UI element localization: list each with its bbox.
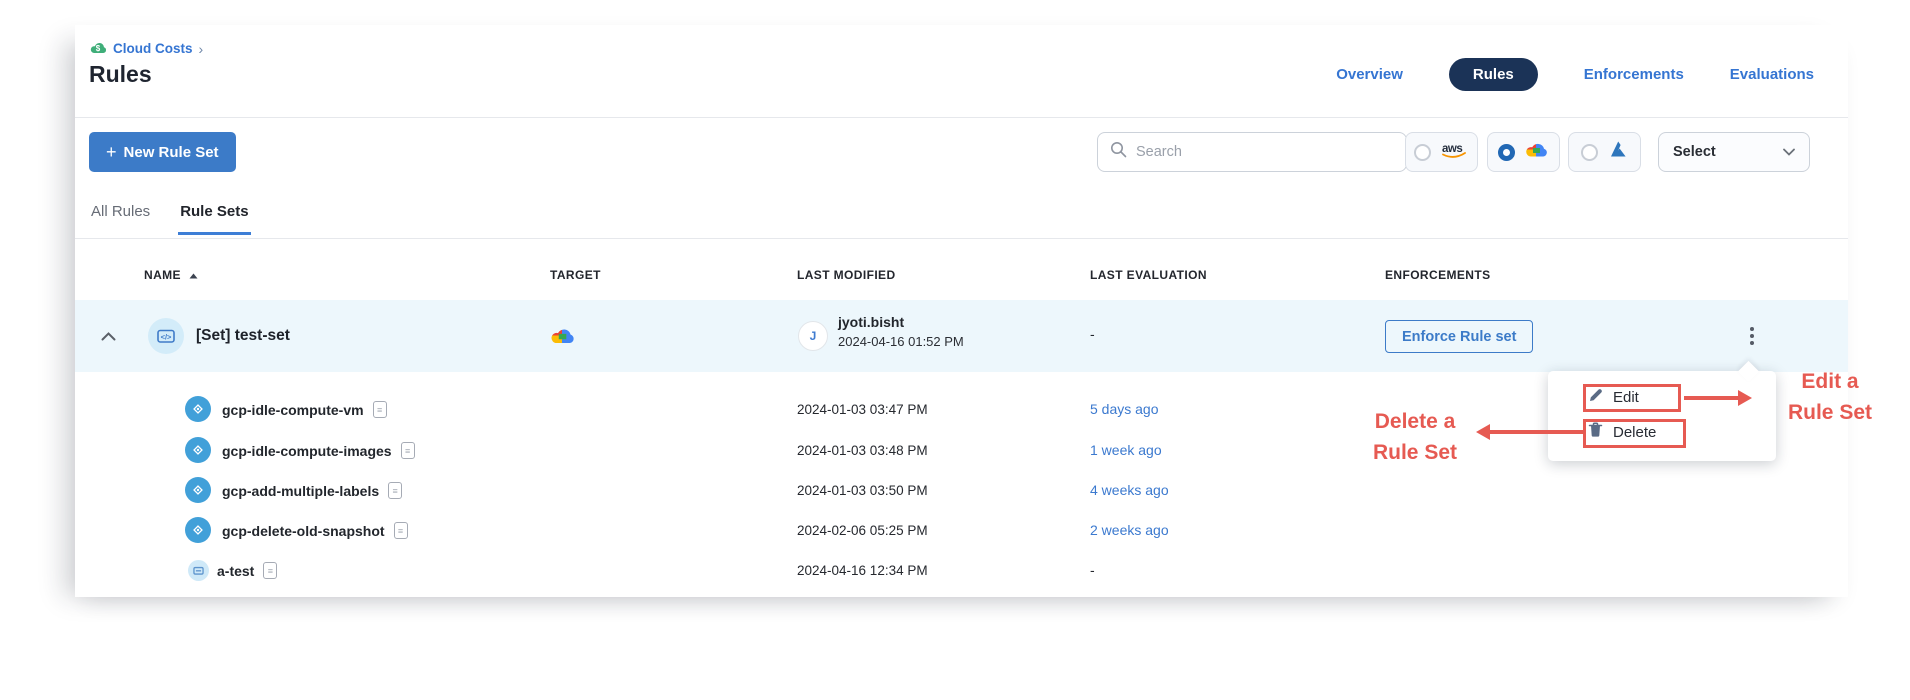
rule-last-modified: 2024-04-16 12:34 PM xyxy=(797,563,928,578)
top-nav: Overview Rules Enforcements Evaluations xyxy=(1336,55,1814,93)
column-header-enforcements: ENFORCEMENTS xyxy=(1385,268,1490,282)
rule-last-evaluation-link[interactable]: 5 days ago xyxy=(1090,401,1159,417)
rules-panel: $ Cloud Costs › Rules Overview Rules Enf… xyxy=(75,25,1848,597)
column-header-last-evaluation: LAST EVALUATION xyxy=(1090,268,1207,282)
modified-by: jyoti.bisht xyxy=(838,314,904,330)
svg-text:</>: </> xyxy=(161,332,172,341)
sort-asc-icon[interactable] xyxy=(189,268,198,282)
column-header-last-modified: LAST MODIFIED xyxy=(797,268,896,282)
page-title: Rules xyxy=(89,61,152,88)
new-rule-set-button[interactable]: + New Rule Set xyxy=(89,132,236,172)
rule-row[interactable]: gcp-add-multiple-labels ≡ 2024-01-03 03:5… xyxy=(75,470,1848,510)
breadcrumb-label[interactable]: Cloud Costs xyxy=(113,41,193,56)
page: $ Cloud Costs › Rules Overview Rules Enf… xyxy=(0,0,1910,700)
row-menu-kebab-icon[interactable] xyxy=(1743,322,1761,350)
rule-last-evaluation-link[interactable]: 4 weeks ago xyxy=(1090,482,1169,498)
modified-at: 2024-04-16 01:52 PM xyxy=(838,334,964,349)
rule-set-row[interactable]: </> [Set] test-set J jyoti.bisht xyxy=(75,300,1848,372)
column-header-target: TARGET xyxy=(550,268,601,282)
filter-select-dropdown[interactable]: Select xyxy=(1658,132,1810,172)
filter-select-value: Select xyxy=(1673,144,1716,160)
search-icon xyxy=(1110,141,1127,163)
rule-name[interactable]: gcp-idle-compute-images xyxy=(222,443,392,459)
rule-name[interactable]: gcp-delete-old-snapshot xyxy=(222,523,385,539)
rule-last-modified: 2024-02-06 05:25 PM xyxy=(797,523,928,538)
search-input[interactable] xyxy=(1136,144,1394,160)
search-box[interactable] xyxy=(1097,132,1407,172)
breadcrumb-separator: › xyxy=(199,41,204,57)
annotation-box-edit xyxy=(1583,384,1681,412)
rule-last-modified: 2024-01-03 03:48 PM xyxy=(797,443,928,458)
rule-set-icon: </> xyxy=(148,318,184,354)
last-evaluation-value: - xyxy=(1090,326,1095,342)
nav-overview[interactable]: Overview xyxy=(1336,66,1403,83)
rule-description-icon[interactable]: ≡ xyxy=(373,401,387,418)
provider-toggle-aws[interactable]: aws xyxy=(1405,132,1478,172)
plus-icon: + xyxy=(106,143,117,161)
rule-icon xyxy=(185,437,211,463)
nav-rules-active[interactable]: Rules xyxy=(1449,58,1538,91)
radio-selected-icon[interactable] xyxy=(1498,144,1515,161)
avatar: J xyxy=(798,321,828,351)
provider-toggle-gcp[interactable] xyxy=(1487,132,1560,172)
radio-unselected-icon[interactable] xyxy=(1414,144,1431,161)
rule-description-icon[interactable]: ≡ xyxy=(401,442,415,459)
annotation-arrowhead-right xyxy=(1738,390,1752,406)
rule-set-name[interactable]: [Set] test-set xyxy=(196,327,290,345)
tab-rule-sets[interactable]: Rule Sets xyxy=(178,201,250,235)
rule-description-icon[interactable]: ≡ xyxy=(394,522,408,539)
gcp-target-icon xyxy=(548,324,576,352)
header-divider xyxy=(75,117,1848,118)
rule-row[interactable]: a-test ≡ 2024-04-16 12:34 PM - xyxy=(75,550,1848,590)
nav-evaluations[interactable]: Evaluations xyxy=(1730,66,1814,83)
svg-text:aws: aws xyxy=(1442,143,1462,155)
column-header-name[interactable]: NAME xyxy=(144,268,198,282)
rule-last-modified: 2024-01-03 03:47 PM xyxy=(797,402,928,417)
annotation-box-delete xyxy=(1583,419,1686,448)
rule-name[interactable]: gcp-add-multiple-labels xyxy=(222,483,379,499)
tabs-divider xyxy=(75,238,1848,239)
rule-description-icon[interactable]: ≡ xyxy=(263,562,277,579)
rule-last-evaluation-link[interactable]: 2 weeks ago xyxy=(1090,522,1169,538)
collapse-chevron-icon[interactable] xyxy=(101,328,116,346)
rule-name[interactable]: gcp-idle-compute-vm xyxy=(222,402,364,418)
rule-icon xyxy=(185,517,211,543)
azure-logo-icon xyxy=(1606,140,1628,164)
tab-all-rules[interactable]: All Rules xyxy=(89,201,152,235)
new-rule-set-label: New Rule Set xyxy=(124,144,219,161)
enforce-rule-set-button[interactable]: Enforce Rule set xyxy=(1385,320,1533,353)
rule-icon xyxy=(185,477,211,503)
annotation-edit-rule-set: Edit a Rule Set xyxy=(1763,366,1897,428)
rules-tabs: All Rules Rule Sets xyxy=(89,201,251,235)
rule-set-mini-icon xyxy=(188,560,209,581)
svg-text:$: $ xyxy=(96,44,101,53)
gcp-logo-icon xyxy=(1523,139,1549,165)
breadcrumb[interactable]: $ Cloud Costs › xyxy=(89,40,203,57)
rule-last-modified: 2024-01-03 03:50 PM xyxy=(797,483,928,498)
provider-toggle-azure[interactable] xyxy=(1568,132,1641,172)
rule-icon xyxy=(185,396,211,422)
cloud-costs-icon: $ xyxy=(89,40,107,57)
annotation-delete-rule-set: Delete a Rule Set xyxy=(1359,406,1471,468)
annotation-arrowhead-left xyxy=(1476,424,1490,440)
rule-row[interactable]: gcp-delete-old-snapshot ≡ 2024-02-06 05:2… xyxy=(75,510,1848,550)
aws-logo-icon: aws xyxy=(1439,140,1469,165)
chevron-down-icon xyxy=(1783,144,1795,160)
rule-name[interactable]: a-test xyxy=(217,563,254,579)
annotation-arrow-right xyxy=(1684,396,1740,400)
rule-last-evaluation: - xyxy=(1090,562,1095,578)
nav-enforcements[interactable]: Enforcements xyxy=(1584,66,1684,83)
radio-unselected-icon[interactable] xyxy=(1581,144,1598,161)
rule-description-icon[interactable]: ≡ xyxy=(388,482,402,499)
rule-last-evaluation-link[interactable]: 1 week ago xyxy=(1090,442,1162,458)
annotation-arrow-left xyxy=(1490,430,1583,434)
